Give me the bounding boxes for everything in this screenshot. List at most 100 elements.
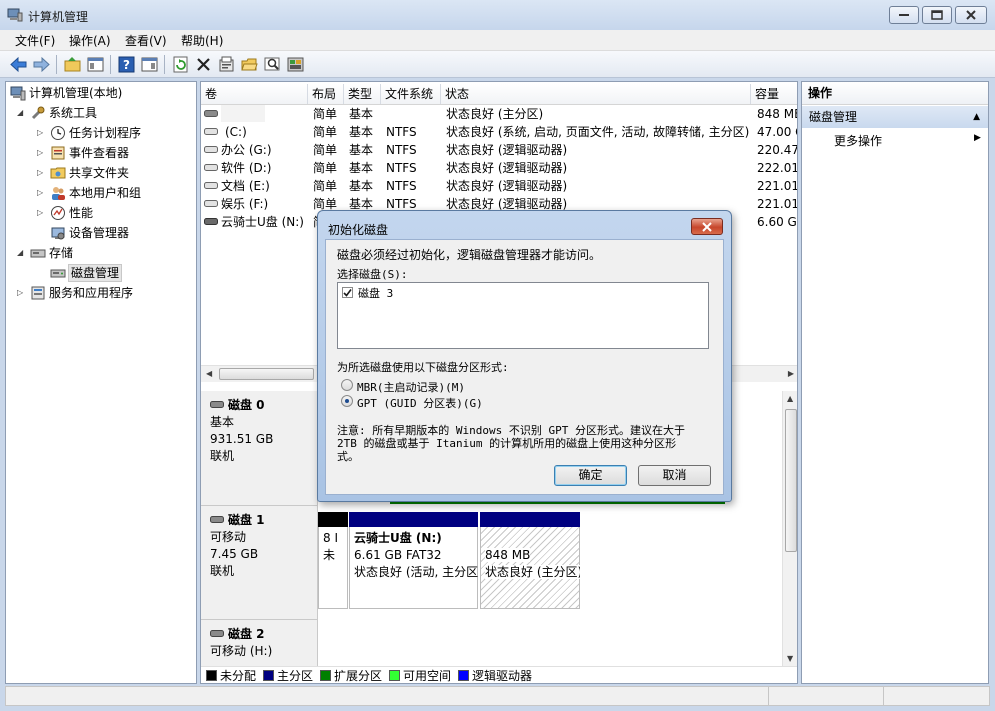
search-icon[interactable] (263, 55, 282, 74)
legend-label: 逻辑驱动器 (472, 669, 533, 683)
partition-status: 状态良好 (活动, 主分区) (354, 565, 478, 579)
disk-name: 磁盘 2 (228, 627, 265, 641)
scroll-thumb[interactable] (219, 368, 314, 380)
expand-arrow-icon[interactable]: ▷ (17, 288, 23, 297)
scroll-down-icon[interactable]: ▼ (787, 654, 793, 663)
clock-icon (51, 126, 65, 140)
menu-bar: 文件(F) 操作(A) 查看(V) 帮助(H) (0, 30, 995, 51)
gpt-radio[interactable] (341, 395, 353, 407)
dialog-intro: 磁盘必须经过初始化，逻辑磁盘管理器才能访问。 (337, 248, 602, 262)
help-icon[interactable]: ? (117, 55, 136, 74)
legend: 未分配 主分区 扩展分区 可用空间 逻辑驱动器 (201, 666, 797, 683)
status-segment (768, 687, 769, 705)
back-icon[interactable] (9, 55, 28, 74)
menu-help[interactable]: 帮助(H) (181, 32, 223, 49)
partition-status: 状态良好 (主分区) (485, 565, 580, 579)
table-row[interactable]: 文档 (E:) 简单 基本 NTFS 状态良好 (逻辑驱动器) 221.01 G… (201, 177, 797, 195)
services-icon (31, 286, 45, 300)
disk-name: 磁盘 0 (228, 398, 265, 412)
partition-name: 云骑士U盘 (N:) (354, 531, 442, 545)
column-header-status[interactable]: 状态 (441, 84, 751, 104)
gpt-label[interactable]: GPT (GUID 分区表)(G) (357, 395, 483, 411)
mbr-radio[interactable] (341, 379, 353, 391)
dialog-close-button[interactable] (691, 218, 723, 235)
show-hide-tree-icon[interactable] (86, 55, 105, 74)
collapse-arrow-icon[interactable]: ◢ (17, 108, 23, 117)
legend-free-space: 可用空间 (389, 667, 451, 683)
menu-action[interactable]: 操作(A) (69, 32, 111, 49)
more-actions-link[interactable]: 更多操作 (834, 132, 882, 149)
actions-section-disk-management[interactable]: 磁盘管理 ▲ (802, 106, 988, 128)
title-bar: 计算机管理 (0, 0, 995, 30)
refresh-icon[interactable] (171, 55, 190, 74)
disk-settings-icon[interactable] (286, 55, 305, 74)
legend-label: 主分区 (277, 669, 314, 683)
disk-status: 联机 (210, 564, 235, 578)
table-row[interactable]: 简单 基本 状态良好 (主分区) 848 MB (201, 105, 797, 123)
type-cell: 基本 (349, 179, 374, 193)
scroll-thumb[interactable] (785, 409, 797, 552)
partition-size: 8 I (323, 531, 338, 545)
table-row[interactable]: (C:) 简单 基本 NTFS 状态良好 (系统, 启动, 页面文件, 活动, … (201, 123, 797, 141)
disk-type: 可移动 (H:) (210, 644, 273, 658)
maximize-button[interactable] (922, 6, 952, 24)
disk-1-label[interactable]: 磁盘 1 可移动 7.45 GB 联机 (201, 506, 318, 620)
partition-primary-848mb[interactable]: 848 MB 状态良好 (主分区) (480, 512, 580, 609)
filesystem-cell: NTFS (386, 143, 417, 157)
forward-icon[interactable] (32, 55, 51, 74)
status-cell: 状态良好 (逻辑驱动器) (446, 161, 568, 175)
collapse-up-icon[interactable]: ▲ (973, 106, 980, 128)
layout-cell: 简单 (313, 161, 338, 175)
capacity-cell: 47.00 GB (757, 125, 797, 139)
dialog-title: 初始化磁盘 (328, 223, 389, 237)
ok-button[interactable]: 确定 (554, 465, 627, 486)
minimize-button[interactable] (889, 6, 919, 24)
cancel-button[interactable]: 取消 (638, 465, 711, 486)
expand-arrow-icon[interactable]: ▷ (37, 188, 43, 197)
vertical-scrollbar[interactable]: ▲ ▼ (782, 391, 797, 683)
column-header-volume[interactable]: 卷 (201, 84, 308, 104)
type-cell: 基本 (349, 143, 374, 157)
menu-view[interactable]: 查看(V) (125, 32, 167, 49)
disk-name: 磁盘 1 (228, 513, 265, 527)
disk-size: 7.45 GB (210, 547, 259, 561)
expand-arrow-icon[interactable]: ▷ (37, 128, 43, 137)
column-header-filesystem[interactable]: 文件系统 (381, 84, 441, 104)
scroll-left-icon[interactable]: ◀ (206, 369, 212, 378)
disk-3-checkbox[interactable] (342, 287, 353, 298)
device-manager-icon (51, 227, 65, 240)
show-hide-action-pane-icon[interactable] (140, 55, 159, 74)
scroll-up-icon[interactable]: ▲ (787, 394, 793, 403)
properties-icon[interactable] (217, 55, 236, 74)
disk-select-list[interactable]: 磁盘 3 (337, 282, 709, 349)
scroll-right-icon[interactable]: ▶ (788, 369, 794, 378)
table-row[interactable]: 软件 (D:) 简单 基本 NTFS 状态良好 (逻辑驱动器) 222.01 G… (201, 159, 797, 177)
initialize-disk-dialog: 初始化磁盘 磁盘必须经过初始化，逻辑磁盘管理器才能访问。 选择磁盘(S): 磁盘… (317, 210, 732, 502)
volume-name (221, 105, 265, 122)
status-segment (883, 687, 884, 705)
menu-file[interactable]: 文件(F) (15, 32, 55, 49)
performance-icon (51, 206, 65, 220)
drive-icon (204, 200, 218, 207)
volume-name: (C:) (225, 125, 247, 139)
submenu-arrow-icon: ▶ (974, 133, 981, 143)
expand-arrow-icon[interactable]: ▷ (37, 208, 43, 217)
partition-unallocated[interactable]: 8 I 未 (318, 512, 348, 609)
column-header-layout[interactable]: 布局 (308, 84, 344, 104)
toolbar: ? (0, 51, 995, 78)
column-header-type[interactable]: 类型 (344, 84, 381, 104)
delete-icon[interactable] (194, 55, 213, 74)
disk-0-label[interactable]: 磁盘 0 基本 931.51 GB 联机 (201, 391, 318, 506)
close-button[interactable] (955, 6, 987, 24)
capacity-cell: 220.47 GB (757, 143, 798, 157)
expand-arrow-icon[interactable]: ▷ (37, 148, 43, 157)
up-folder-icon[interactable] (63, 55, 82, 74)
expand-arrow-icon[interactable]: ▷ (37, 168, 43, 177)
legend-logical: 逻辑驱动器 (458, 667, 533, 683)
open-icon[interactable] (240, 55, 259, 74)
partition-usb-n[interactable]: 云骑士U盘 (N:) 6.61 GB FAT32 状态良好 (活动, 主分区) (349, 512, 478, 609)
collapse-arrow-icon[interactable]: ◢ (17, 248, 23, 257)
column-header-capacity[interactable]: 容量 (751, 84, 797, 104)
table-row[interactable]: 办公 (G:) 简单 基本 NTFS 状态良好 (逻辑驱动器) 220.47 G… (201, 141, 798, 159)
mbr-label[interactable]: MBR(主启动记录)(M) (357, 379, 465, 395)
